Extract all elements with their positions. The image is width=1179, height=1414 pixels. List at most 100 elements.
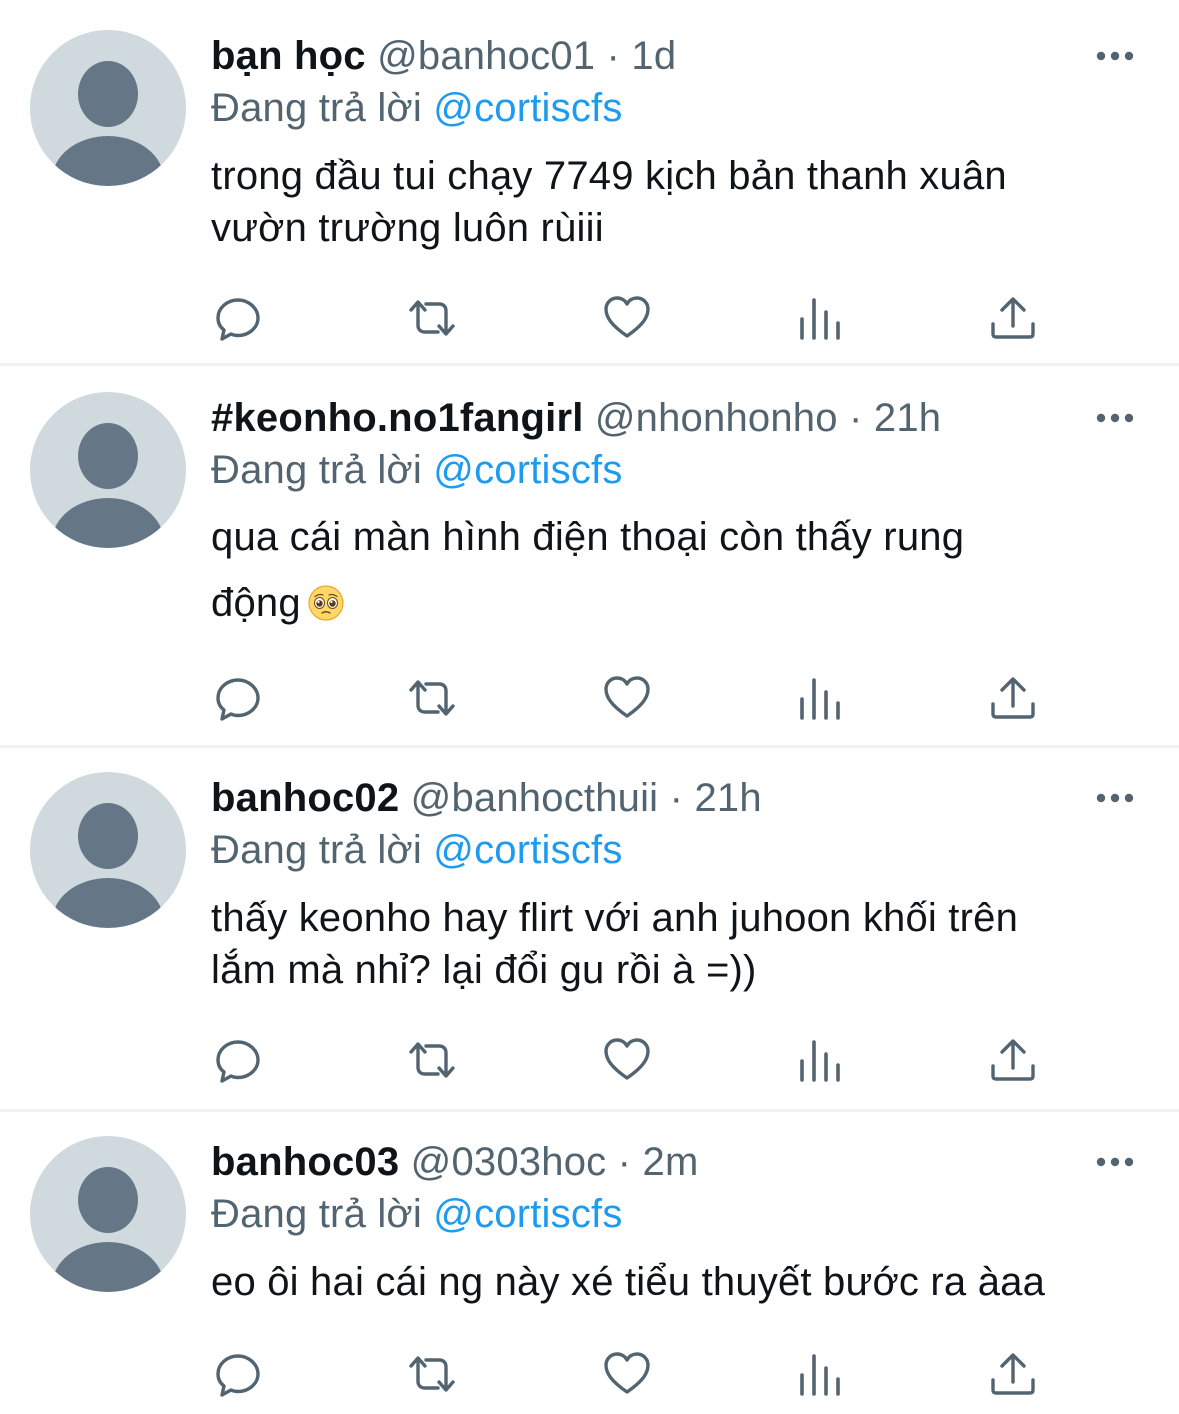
separator: · (606, 34, 621, 78)
retweet-button[interactable] (406, 1034, 458, 1086)
share-icon (991, 1039, 1035, 1081)
heart-icon (604, 1038, 650, 1080)
tweet[interactable]: #keonho.no1fangirl @nhonhonho · 21h Đang… (0, 366, 1179, 748)
default-avatar-icon[interactable] (30, 1136, 186, 1292)
reply-icon (216, 1354, 260, 1397)
share-icon (991, 297, 1035, 339)
tweet-text-line: qua cái màn hình điện thoại còn thấy run… (211, 515, 965, 559)
tweet-text-line: vườn trường luôn rùiii (211, 206, 604, 250)
reply-context: Đang trả lời @cortiscfs (211, 82, 1139, 134)
heart-icon (604, 1352, 650, 1394)
reply-prefix: Đang trả lời (211, 828, 422, 872)
reply-button[interactable] (212, 1034, 264, 1086)
share-button[interactable] (987, 672, 1039, 724)
views-icon (800, 678, 840, 720)
user-handle[interactable]: @banhoc01 (377, 34, 595, 78)
tweet[interactable]: banhoc03 @0303hoc · 2m Đang trả lời @cor… (0, 1112, 1179, 1414)
reply-prefix: Đang trả lời (211, 86, 422, 130)
user-handle[interactable]: @banhocthuii (411, 776, 659, 820)
tweet-text-line: trong đầu tui chạy 7749 kịch bản thanh x… (211, 154, 1007, 198)
reply-prefix: Đang trả lời (211, 448, 422, 492)
views-button[interactable] (795, 292, 847, 344)
display-name[interactable]: #keonho.no1fangirl (211, 396, 584, 440)
reply-button[interactable] (212, 292, 264, 344)
like-button[interactable] (601, 1034, 653, 1086)
reply-icon (216, 678, 260, 721)
more-options-icon[interactable] (1095, 406, 1135, 430)
default-avatar-icon[interactable] (30, 30, 186, 186)
tweet-header: banhoc03 @0303hoc · 2m (211, 1136, 1139, 1188)
tweet-header: #keonho.no1fangirl @nhonhonho · 21h (211, 392, 1139, 444)
display-name[interactable]: banhoc02 (211, 776, 399, 820)
tweet-text: trong đầu tui chạy 7749 kịch bản thanh x… (211, 150, 1139, 254)
views-button[interactable] (795, 1348, 847, 1400)
action-bar (212, 292, 1042, 344)
action-bar (212, 1348, 1042, 1400)
reply-context: Đang trả lời @cortiscfs (211, 824, 1139, 876)
tweet-header: bạn học @banhoc01 · 1d (211, 30, 1139, 82)
retweet-icon (409, 300, 455, 336)
views-button[interactable] (795, 1034, 847, 1086)
display-name[interactable]: banhoc03 (211, 1140, 399, 1184)
default-avatar-icon[interactable] (30, 772, 186, 928)
tweet-text-line: lắm mà nhỉ? lại đổi gu rồi à =)) (211, 948, 757, 992)
tweet-text: eo ôi hai cái ng này xé tiểu thuyết bước… (211, 1256, 1139, 1308)
tweet[interactable]: banhoc02 @banhocthuii · 21h Đang trả lời… (0, 748, 1179, 1112)
views-button[interactable] (795, 672, 847, 724)
retweet-button[interactable] (406, 292, 458, 344)
tweet-text-line: động (211, 570, 1139, 636)
more-options-icon[interactable] (1095, 44, 1135, 68)
reply-target-link[interactable]: @cortiscfs (433, 1192, 622, 1236)
timestamp[interactable]: 2m (643, 1140, 699, 1184)
display-name[interactable]: bạn học (211, 34, 366, 78)
share-button[interactable] (987, 292, 1039, 344)
pleading-face-emoji (308, 585, 344, 621)
tweet-text: thấy keonho hay flirt với anh juhoon khố… (211, 892, 1139, 996)
share-button[interactable] (987, 1348, 1039, 1400)
reply-icon (216, 298, 260, 341)
views-icon (800, 298, 840, 340)
retweet-button[interactable] (406, 1348, 458, 1400)
share-icon (991, 677, 1035, 719)
heart-icon (604, 296, 650, 338)
more-options-icon[interactable] (1095, 1150, 1135, 1174)
reply-target-link[interactable]: @cortiscfs (433, 828, 622, 872)
tweet-text-fragment: động (211, 581, 301, 625)
timestamp[interactable]: 21h (694, 776, 761, 820)
tweet-text-line: eo ôi hai cái ng này xé tiểu thuyết bước… (211, 1260, 1046, 1304)
user-handle[interactable]: @nhonhonho (595, 396, 838, 440)
reply-context: Đang trả lời @cortiscfs (211, 444, 1139, 496)
retweet-icon (409, 1356, 455, 1392)
retweet-button[interactable] (406, 672, 458, 724)
tweet-header: banhoc02 @banhocthuii · 21h (211, 772, 1139, 824)
share-icon (991, 1353, 1035, 1395)
tweet[interactable]: bạn học @banhoc01 · 1d Đang trả lời @cor… (0, 0, 1179, 366)
reply-prefix: Đang trả lời (211, 1192, 422, 1236)
reply-context: Đang trả lời @cortiscfs (211, 1188, 1139, 1240)
default-avatar-icon[interactable] (30, 392, 186, 548)
like-button[interactable] (601, 1348, 653, 1400)
like-button[interactable] (601, 672, 653, 724)
reply-icon (216, 1040, 260, 1083)
retweet-icon (409, 1042, 455, 1078)
views-icon (800, 1354, 840, 1396)
timestamp[interactable]: 21h (874, 396, 941, 440)
separator: · (617, 1140, 632, 1184)
tweet-text-line: thấy keonho hay flirt với anh juhoon khố… (211, 896, 1019, 940)
reply-target-link[interactable]: @cortiscfs (433, 448, 622, 492)
user-handle[interactable]: @0303hoc (411, 1140, 607, 1184)
reply-button[interactable] (212, 1348, 264, 1400)
action-bar (212, 672, 1042, 724)
more-options-icon[interactable] (1095, 786, 1135, 810)
like-button[interactable] (601, 292, 653, 344)
separator: · (669, 776, 684, 820)
reply-target-link[interactable]: @cortiscfs (433, 86, 622, 130)
retweet-icon (409, 680, 455, 716)
separator: · (849, 396, 863, 440)
tweet-text: qua cái màn hình điện thoại còn thấy run… (211, 504, 1139, 636)
views-icon (800, 1040, 840, 1082)
heart-icon (604, 676, 650, 718)
timestamp[interactable]: 1d (631, 34, 676, 78)
share-button[interactable] (987, 1034, 1039, 1086)
reply-button[interactable] (212, 672, 264, 724)
